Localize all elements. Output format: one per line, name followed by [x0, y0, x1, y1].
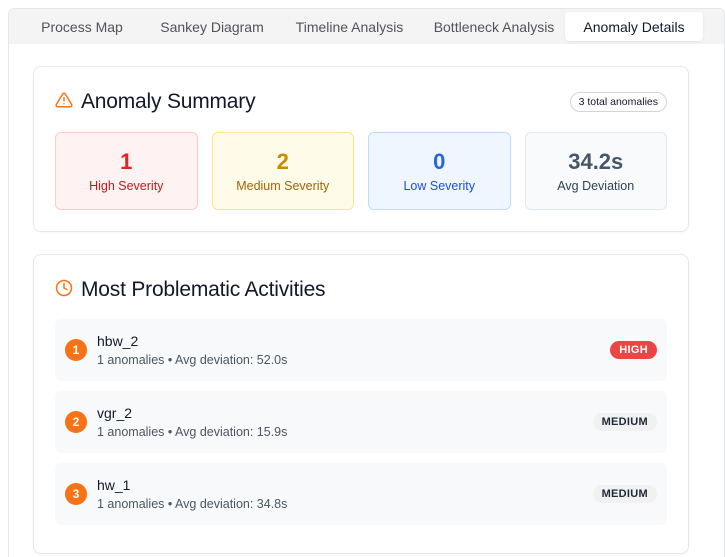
severity-badge: MEDIUM	[592, 413, 657, 431]
activity-row[interactable]: 1 hbw_2 1 anomalies • Avg deviation: 52.…	[55, 319, 667, 381]
severity-stats: 1 High Severity 2 Medium Severity 0 Low …	[55, 132, 667, 210]
problematic-activities-title: Most Problematic Activities	[81, 278, 326, 301]
avg-deviation-stat: 34.2s Avg Deviation	[524, 132, 667, 210]
total-anomalies-badge: 3 total anomalies	[569, 92, 667, 112]
low-severity-stat: 0 Low Severity	[368, 132, 511, 210]
activity-info: hbw_2 1 anomalies • Avg deviation: 52.0s	[97, 333, 287, 367]
rank-badge: 1	[65, 339, 87, 361]
rank-badge: 3	[65, 483, 87, 505]
problematic-activities-card: Most Problematic Activities 1 hbw_2 1 an…	[33, 254, 689, 554]
tab-process-map[interactable]: Process Map	[12, 12, 152, 41]
high-severity-label: High Severity	[89, 179, 164, 193]
avg-deviation-value: 34.2s	[568, 149, 624, 174]
high-severity-stat: 1 High Severity	[55, 132, 198, 210]
tab-sankey-diagram[interactable]: Sankey Diagram	[152, 12, 272, 41]
warning-triangle-icon	[55, 91, 81, 114]
medium-severity-count: 2	[276, 149, 289, 174]
activity-name: hbw_2	[97, 333, 139, 349]
activity-list: 1 hbw_2 1 anomalies • Avg deviation: 52.…	[55, 319, 667, 525]
low-severity-count: 0	[433, 149, 446, 174]
problematic-activities-header: Most Problematic Activities	[55, 276, 667, 304]
activity-row[interactable]: 3 hw_1 1 anomalies • Avg deviation: 34.8…	[55, 463, 667, 525]
tab-timeline-analysis[interactable]: Timeline Analysis	[272, 12, 427, 41]
activity-meta: 1 anomalies • Avg deviation: 52.0s	[97, 353, 288, 367]
tab-anomaly-details[interactable]: Anomaly Details	[565, 12, 703, 41]
activity-meta: 1 anomalies • Avg deviation: 34.8s	[97, 497, 288, 511]
low-severity-label: Low Severity	[403, 179, 476, 193]
tab-bar: Process Map Sankey Diagram Timeline Anal…	[9, 9, 724, 44]
high-severity-count: 1	[120, 149, 133, 174]
anomaly-summary-header: Anomaly Summary 3 total anomalies	[55, 88, 667, 116]
activity-name: vgr_2	[97, 405, 133, 421]
activity-row[interactable]: 2 vgr_2 1 anomalies • Avg deviation: 15.…	[55, 391, 667, 453]
anomaly-summary-title: Anomaly Summary	[81, 90, 256, 113]
activity-meta: 1 anomalies • Avg deviation: 15.9s	[97, 425, 288, 439]
medium-severity-stat: 2 Medium Severity	[211, 132, 354, 210]
app-frame: Process Map Sankey Diagram Timeline Anal…	[8, 8, 725, 557]
anomaly-summary-card: Anomaly Summary 3 total anomalies 1 High…	[33, 66, 689, 232]
severity-badge: MEDIUM	[592, 485, 657, 503]
activity-info: hw_1 1 anomalies • Avg deviation: 34.8s	[97, 477, 287, 511]
clock-icon	[55, 279, 81, 302]
rank-badge: 2	[65, 411, 87, 433]
activity-name: hw_1	[97, 477, 131, 493]
avg-deviation-label: Avg Deviation	[557, 179, 635, 193]
activity-info: vgr_2 1 anomalies • Avg deviation: 15.9s	[97, 405, 287, 439]
medium-severity-label: Medium Severity	[236, 179, 330, 193]
tab-bottleneck-analysis[interactable]: Bottleneck Analysis	[427, 12, 561, 41]
severity-badge: HIGH	[610, 341, 657, 359]
